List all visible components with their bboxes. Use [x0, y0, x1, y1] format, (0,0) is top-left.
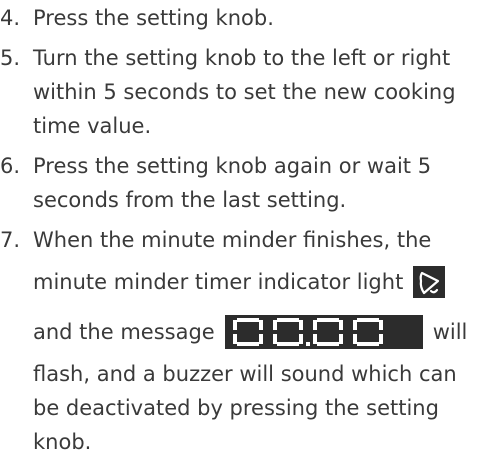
step-text-line: be deactivated by pressing the setting — [33, 396, 439, 420]
step-text-line: Press the setting knob again or wait 5 — [33, 154, 432, 178]
display-digit — [352, 318, 383, 346]
step-text-line: When the minute minder finishes, the — [33, 228, 432, 252]
step-number: 4. — [0, 6, 21, 30]
step-text-line-with-display: and the message will — [33, 307, 482, 357]
step-6: 6. Press the setting knob again or wait … — [0, 149, 482, 217]
step-number: 5. — [0, 46, 21, 70]
instruction-page: 4. Press the setting knob. 5. Turn the s… — [0, 0, 482, 470]
step-text-line: time value. — [33, 114, 152, 138]
display-decimal-point — [305, 342, 310, 346]
step-text-line: seconds from the last setting. — [33, 188, 347, 212]
step-text-fragment: will — [432, 320, 468, 344]
step-text-fragment: minute minder timer indicator light — [33, 270, 404, 294]
step-text-line-with-icon: minute minder timer indicator light — [33, 257, 482, 307]
step-number: 6. — [0, 154, 21, 178]
step-text-fragment: and the message — [33, 320, 215, 344]
step-text-line: Turn the setting knob to the left or rig… — [33, 46, 451, 70]
step-text-line: within 5 seconds to set the new cooking — [33, 80, 456, 104]
step-5: 5. Turn the setting knob to the left or … — [0, 41, 482, 143]
step-text-line: flash, and a buzzer will sound which can — [33, 362, 457, 386]
display-digit — [312, 318, 343, 346]
display-digit — [232, 318, 263, 346]
step-text-line: knob. — [33, 430, 92, 454]
bell-icon — [413, 266, 446, 298]
display-digit — [272, 318, 303, 346]
step-text-line: Press the setting knob. — [33, 6, 274, 30]
instruction-steps: 4. Press the setting knob. 5. Turn the s… — [0, 1, 482, 459]
step-number: 7. — [0, 228, 21, 252]
segment-display — [224, 315, 423, 349]
step-4: 4. Press the setting knob. — [0, 1, 482, 35]
step-7: 7. When the minute minder finishes, the … — [0, 223, 482, 459]
